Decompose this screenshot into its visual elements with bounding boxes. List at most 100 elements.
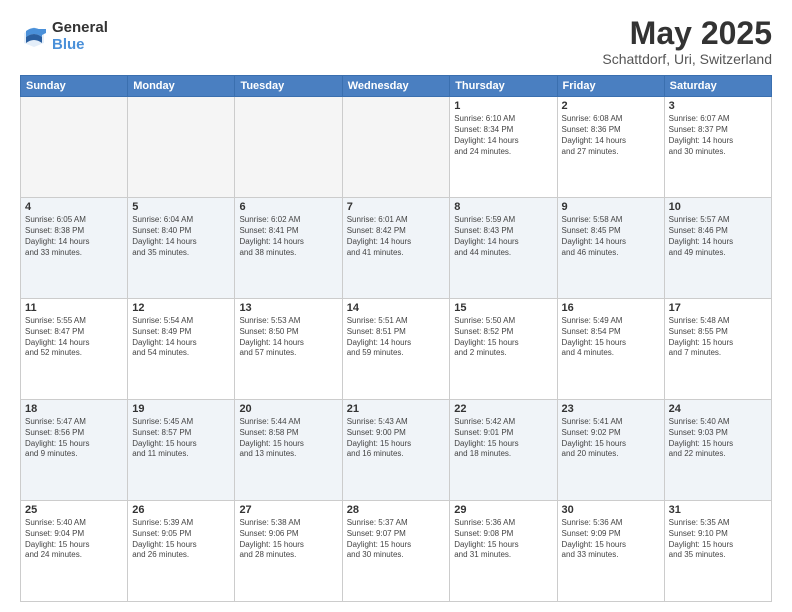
day-info: Sunrise: 5:44 AM Sunset: 8:58 PM Dayligh… [239,417,337,460]
day-info: Sunrise: 5:40 AM Sunset: 9:03 PM Dayligh… [669,417,767,460]
page: General Blue May 2025 Schattdorf, Uri, S… [0,0,792,612]
day-number: 1 [454,100,552,112]
table-row: 3 Sunrise: 6:07 AM Sunset: 8:37 PM Daylig… [664,97,771,198]
calendar-table: Sunday Monday Tuesday Wednesday Thursday… [20,75,772,602]
calendar-week-row: 4 Sunrise: 6:05 AM Sunset: 8:38 PM Daylig… [21,198,772,299]
day-number: 31 [669,504,767,516]
header: General Blue May 2025 Schattdorf, Uri, S… [20,16,772,67]
logo-general-text: General [52,20,108,37]
day-info: Sunrise: 6:01 AM Sunset: 8:42 PM Dayligh… [347,215,446,258]
table-row: 14 Sunrise: 5:51 AM Sunset: 8:51 PM Dayli… [342,299,450,400]
day-number: 24 [669,403,767,415]
day-info: Sunrise: 5:43 AM Sunset: 9:00 PM Dayligh… [347,417,446,460]
day-number: 4 [25,201,123,213]
day-number: 7 [347,201,446,213]
day-number: 23 [562,403,660,415]
table-row: 6Sunrise: 6:02 AM Sunset: 8:41 PM Daylig… [235,198,342,299]
day-number: 12 [132,302,230,314]
table-row: 26 Sunrise: 5:39 AM Sunset: 9:05 PM Dayli… [128,501,235,602]
table-row: 18Sunrise: 5:47 AM Sunset: 8:56 PM Dayli… [21,400,128,501]
subtitle: Schattdorf, Uri, Switzerland [602,51,772,67]
day-number: 26 [132,504,230,516]
table-row: 21 Sunrise: 5:43 AM Sunset: 9:00 PM Dayli… [342,400,450,501]
day-info: Sunrise: 6:08 AM Sunset: 8:36 PM Dayligh… [562,114,660,157]
day-info: Sunrise: 6:07 AM Sunset: 8:37 PM Dayligh… [669,114,767,157]
day-number: 8 [454,201,552,213]
day-number: 3 [669,100,767,112]
table-row: 24 Sunrise: 5:40 AM Sunset: 9:03 PM Dayli… [664,400,771,501]
day-number: 25 [25,504,123,516]
day-info: Sunrise: 5:38 AM Sunset: 9:06 PM Dayligh… [239,518,337,561]
table-row: 31 Sunrise: 5:35 AM Sunset: 9:10 PM Dayli… [664,501,771,602]
day-number: 9 [562,201,660,213]
table-row: 9Sunrise: 5:58 AM Sunset: 8:45 PM Daylig… [557,198,664,299]
table-row: 28Sunrise: 5:37 AM Sunset: 9:07 PM Dayli… [342,501,450,602]
day-info: Sunrise: 5:59 AM Sunset: 8:43 PM Dayligh… [454,215,552,258]
table-row: 4 Sunrise: 6:05 AM Sunset: 8:38 PM Daylig… [21,198,128,299]
day-number: 14 [347,302,446,314]
table-row: 19 Sunrise: 5:45 AM Sunset: 8:57 PM Dayli… [128,400,235,501]
header-sunday: Sunday [21,76,128,97]
table-row: 30Sunrise: 5:36 AM Sunset: 9:09 PM Dayli… [557,501,664,602]
day-number: 22 [454,403,552,415]
day-number: 28 [347,504,446,516]
day-number: 13 [239,302,337,314]
day-info: Sunrise: 5:40 AM Sunset: 9:04 PM Dayligh… [25,518,123,561]
table-row: 23 Sunrise: 5:41 AM Sunset: 9:02 PM Dayli… [557,400,664,501]
day-info: Sunrise: 5:55 AM Sunset: 8:47 PM Dayligh… [25,316,123,359]
header-monday: Monday [128,76,235,97]
day-info: Sunrise: 6:04 AM Sunset: 8:40 PM Dayligh… [132,215,230,258]
day-info: Sunrise: 5:48 AM Sunset: 8:55 PM Dayligh… [669,316,767,359]
table-row: 20 Sunrise: 5:44 AM Sunset: 8:58 PM Dayli… [235,400,342,501]
table-row: 15Sunrise: 5:50 AM Sunset: 8:52 PM Dayli… [450,299,557,400]
table-row: 10 Sunrise: 5:57 AM Sunset: 8:46 PM Dayli… [664,198,771,299]
table-row: 12Sunrise: 5:54 AM Sunset: 8:49 PM Dayli… [128,299,235,400]
table-row: 13Sunrise: 5:53 AM Sunset: 8:50 PM Dayli… [235,299,342,400]
calendar-week-row: 25 Sunrise: 5:40 AM Sunset: 9:04 PM Dayli… [21,501,772,602]
table-row: 29Sunrise: 5:36 AM Sunset: 9:08 PM Dayli… [450,501,557,602]
day-info: Sunrise: 5:35 AM Sunset: 9:10 PM Dayligh… [669,518,767,561]
header-thursday: Thursday [450,76,557,97]
table-row: 16Sunrise: 5:49 AM Sunset: 8:54 PM Dayli… [557,299,664,400]
table-row [342,97,450,198]
day-info: Sunrise: 5:51 AM Sunset: 8:51 PM Dayligh… [347,316,446,359]
header-saturday: Saturday [664,76,771,97]
day-info: Sunrise: 6:05 AM Sunset: 8:38 PM Dayligh… [25,215,123,258]
day-number: 19 [132,403,230,415]
day-number: 30 [562,504,660,516]
calendar-week-row: 1Sunrise: 6:10 AM Sunset: 8:34 PM Daylig… [21,97,772,198]
day-info: Sunrise: 5:39 AM Sunset: 9:05 PM Dayligh… [132,518,230,561]
day-number: 21 [347,403,446,415]
day-number: 15 [454,302,552,314]
table-row [128,97,235,198]
logo-icon [20,23,48,51]
day-number: 17 [669,302,767,314]
table-row: 11Sunrise: 5:55 AM Sunset: 8:47 PM Dayli… [21,299,128,400]
day-number: 5 [132,201,230,213]
header-tuesday: Tuesday [235,76,342,97]
table-row: 27 Sunrise: 5:38 AM Sunset: 9:06 PM Dayli… [235,501,342,602]
table-row: 8 Sunrise: 5:59 AM Sunset: 8:43 PM Daylig… [450,198,557,299]
day-number: 20 [239,403,337,415]
day-number: 27 [239,504,337,516]
day-info: Sunrise: 5:45 AM Sunset: 8:57 PM Dayligh… [132,417,230,460]
day-number: 29 [454,504,552,516]
header-friday: Friday [557,76,664,97]
day-number: 18 [25,403,123,415]
table-row: 1Sunrise: 6:10 AM Sunset: 8:34 PM Daylig… [450,97,557,198]
calendar-header-row: Sunday Monday Tuesday Wednesday Thursday… [21,76,772,97]
day-number: 16 [562,302,660,314]
table-row: 22Sunrise: 5:42 AM Sunset: 9:01 PM Dayli… [450,400,557,501]
day-number: 10 [669,201,767,213]
calendar-week-row: 11Sunrise: 5:55 AM Sunset: 8:47 PM Dayli… [21,299,772,400]
logo-blue-text: Blue [52,37,108,54]
day-info: Sunrise: 5:41 AM Sunset: 9:02 PM Dayligh… [562,417,660,460]
logo-text: General Blue [52,20,108,53]
table-row [235,97,342,198]
day-info: Sunrise: 5:57 AM Sunset: 8:46 PM Dayligh… [669,215,767,258]
table-row: 25 Sunrise: 5:40 AM Sunset: 9:04 PM Dayli… [21,501,128,602]
table-row: 17 Sunrise: 5:48 AM Sunset: 8:55 PM Dayli… [664,299,771,400]
main-title: May 2025 [602,16,772,51]
day-info: Sunrise: 6:02 AM Sunset: 8:41 PM Dayligh… [239,215,337,258]
header-wednesday: Wednesday [342,76,450,97]
